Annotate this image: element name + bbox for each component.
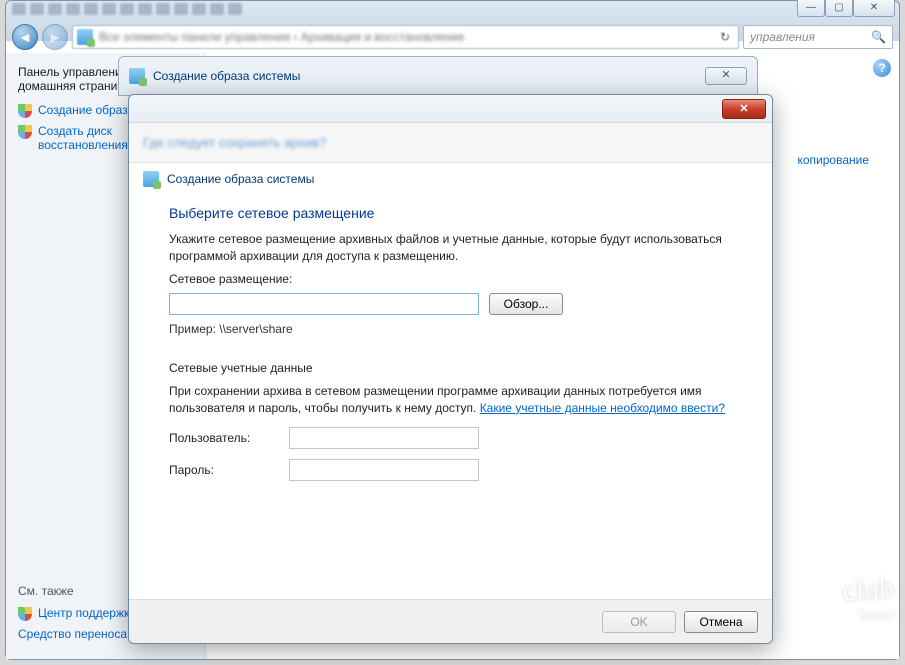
username-input[interactable] bbox=[289, 427, 479, 449]
username-label: Пользователь: bbox=[169, 431, 289, 445]
maximize-button[interactable]: ▢ bbox=[825, 0, 853, 17]
password-label: Пароль: bbox=[169, 463, 289, 477]
outer-titlebar: — ▢ ✕ bbox=[6, 1, 899, 21]
close-button[interactable]: ✕ bbox=[853, 0, 895, 17]
dialog-subheader-blur: Где следует сохранять архив? bbox=[129, 123, 772, 163]
location-example: Пример: \\server\share bbox=[169, 321, 732, 338]
taskbar-blur bbox=[6, 1, 899, 17]
forward-button[interactable]: ► bbox=[42, 24, 68, 50]
shield-icon bbox=[18, 607, 32, 621]
browse-button[interactable]: Обзор... bbox=[489, 293, 563, 315]
back-button[interactable]: ◄ bbox=[12, 24, 38, 50]
dialog-subtitle-row: Создание образа системы bbox=[129, 163, 772, 187]
shield-icon bbox=[18, 125, 32, 139]
wizard-window-behind: Создание образа системы ✕ bbox=[118, 56, 758, 96]
dialog-titlebar[interactable]: ✕ bbox=[129, 95, 772, 123]
search-placeholder: управления bbox=[750, 30, 815, 44]
dialog-intro: Укажите сетевое размещение архивных файл… bbox=[169, 231, 732, 265]
credentials-intro: При сохранении архива в сетевом размещен… bbox=[169, 383, 732, 417]
address-bar[interactable]: Все элементы панели управления › Архивац… bbox=[72, 25, 739, 49]
credentials-help-link[interactable]: Какие учетные данные необходимо ввести? bbox=[480, 401, 725, 415]
location-label: Сетевое размещение: bbox=[169, 271, 732, 288]
close-button-behind[interactable]: ✕ bbox=[705, 67, 747, 85]
minimize-button[interactable]: — bbox=[797, 0, 825, 17]
dialog-footer: OK Отмена bbox=[129, 599, 772, 643]
nav-row: ◄ ► Все элементы панели управления › Арх… bbox=[6, 21, 899, 53]
wizard-title-behind: Создание образа системы bbox=[153, 69, 300, 83]
dialog-close-button[interactable]: ✕ bbox=[722, 99, 766, 119]
search-icon: 🔍 bbox=[871, 30, 886, 44]
sidebar-item-label: Центр поддержки bbox=[38, 606, 136, 620]
credentials-label: Сетевые учетные данные bbox=[169, 360, 732, 377]
breadcrumb: Все элементы панели управления › Архивац… bbox=[99, 30, 464, 44]
ok-button[interactable]: OK bbox=[602, 611, 676, 633]
search-input[interactable]: управления 🔍 bbox=[743, 25, 893, 49]
dialog-body: Выберите сетевое размещение Укажите сете… bbox=[129, 187, 772, 599]
system-image-icon bbox=[143, 171, 159, 187]
control-panel-icon bbox=[77, 29, 93, 45]
shield-icon bbox=[18, 104, 32, 118]
refresh-icon[interactable]: ↻ bbox=[716, 30, 734, 44]
dialog-subtitle: Создание образа системы bbox=[167, 172, 314, 186]
cancel-button[interactable]: Отмена bbox=[684, 611, 758, 633]
help-button[interactable]: ? bbox=[873, 59, 891, 77]
network-location-dialog: ✕ Где следует сохранять архив? Создание … bbox=[128, 94, 773, 644]
password-input[interactable] bbox=[289, 459, 479, 481]
dialog-heading: Выберите сетевое размещение bbox=[169, 205, 732, 221]
blurred-heading: Где следует сохранять архив? bbox=[143, 135, 326, 150]
network-location-input[interactable] bbox=[169, 293, 479, 315]
right-link[interactable]: копирование bbox=[797, 153, 869, 167]
system-image-icon bbox=[129, 68, 145, 84]
